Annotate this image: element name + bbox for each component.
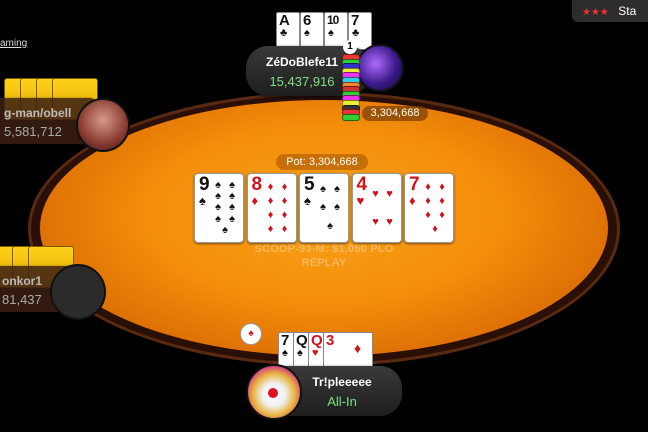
card-suit-icon: ♣ bbox=[280, 27, 288, 39]
left-lower-player-avatar[interactable] bbox=[50, 264, 106, 320]
bottom-player-status: All-In bbox=[327, 394, 357, 409]
left-upper-player-stack: 5,581,712 bbox=[4, 124, 62, 139]
card-pips: ♦ ♦ ♦ ♦ ♦ ♦ ♦ ♦ bbox=[267, 180, 288, 235]
hole-card: A ♣ bbox=[276, 12, 300, 50]
card-suit-icon: ♠ bbox=[304, 27, 310, 39]
board-card: 8 ♦ ♦ ♦ ♦ ♦ ♦ ♦ ♦ ♦ bbox=[246, 173, 297, 243]
card-pips: ♦ ♦ ♦ ♦ ♦ ♦ ♦ bbox=[425, 180, 445, 235]
card-pips: ♠ ♠ ♠ ♠ ♠ ♠ ♠ ♠ ♠ bbox=[215, 179, 235, 236]
card-pips: ♥ ♥ ♥ ♥ bbox=[372, 187, 393, 228]
clown-nose-icon bbox=[268, 388, 278, 398]
board-card: 7 ♦ ♦ ♦ ♦ ♦ ♦ ♦ ♦ bbox=[404, 173, 454, 243]
card-suit-icon: ♠ bbox=[297, 347, 303, 359]
card-suit-icon: ♦ bbox=[251, 193, 259, 208]
card-pips: ♠ ♠ ♠ ♠ ♠ bbox=[320, 182, 340, 233]
watermark-line-1: SCOOP-93-M: $1,050 PLO bbox=[254, 243, 394, 255]
board-card: 4 ♥ ♥ ♥ ♥ ♥ bbox=[351, 173, 402, 243]
seat-number-badge: 1 bbox=[343, 40, 357, 54]
watermark-line-2: REPLAY bbox=[301, 257, 347, 269]
card-suit-icon: ♠ bbox=[304, 193, 311, 208]
top-right-text: Sta bbox=[618, 4, 637, 18]
card-suit-icon: ♣ bbox=[352, 27, 360, 39]
bottom-player-name: Tr!pleeeee bbox=[312, 375, 372, 389]
left-upper-player-avatar[interactable] bbox=[76, 98, 130, 152]
card-suit-icon: ♥ bbox=[356, 193, 365, 208]
chip bbox=[342, 113, 360, 121]
card-suit-icon: ♥ bbox=[312, 347, 319, 359]
pot-label: Pot: 3,304,668 bbox=[276, 154, 368, 170]
hole-card: 3 ♦ bbox=[323, 332, 373, 370]
board-card: 5 ♠ ♠ ♠ ♠ ♠ ♠ bbox=[299, 173, 349, 243]
table-watermark: SCOOP-93-M: $1,050 PLO REPLAY bbox=[224, 242, 424, 270]
dealer-button: ♠ bbox=[240, 323, 262, 345]
bottom-player-avatar[interactable] bbox=[246, 364, 302, 420]
bet-chip-stack bbox=[342, 46, 360, 121]
card-suit-icon: ♦ bbox=[354, 340, 362, 356]
card-suit-icon: ♦ bbox=[409, 193, 416, 208]
card-rank: 3 bbox=[326, 332, 335, 349]
left-upper-player-name: g-man/obell bbox=[4, 106, 72, 120]
bet-amount: 3,304,668 bbox=[362, 106, 428, 121]
hole-card: 6 ♠ bbox=[300, 12, 324, 50]
top-left-label: aming bbox=[0, 38, 28, 49]
card-suit-icon: ♠ bbox=[282, 347, 288, 359]
top-right-menu[interactable]: ★★★ Sta bbox=[572, 0, 648, 22]
board-card: 9 ♠ ♠ ♠ ♠ ♠ ♠ ♠ ♠ ♠ ♠ bbox=[194, 173, 244, 243]
card-suit-icon: ♠ bbox=[328, 27, 334, 39]
star-icon: ★★★ bbox=[582, 7, 609, 18]
top-player-avatar[interactable] bbox=[356, 44, 404, 92]
card-suit-icon: ♠ bbox=[199, 193, 206, 208]
